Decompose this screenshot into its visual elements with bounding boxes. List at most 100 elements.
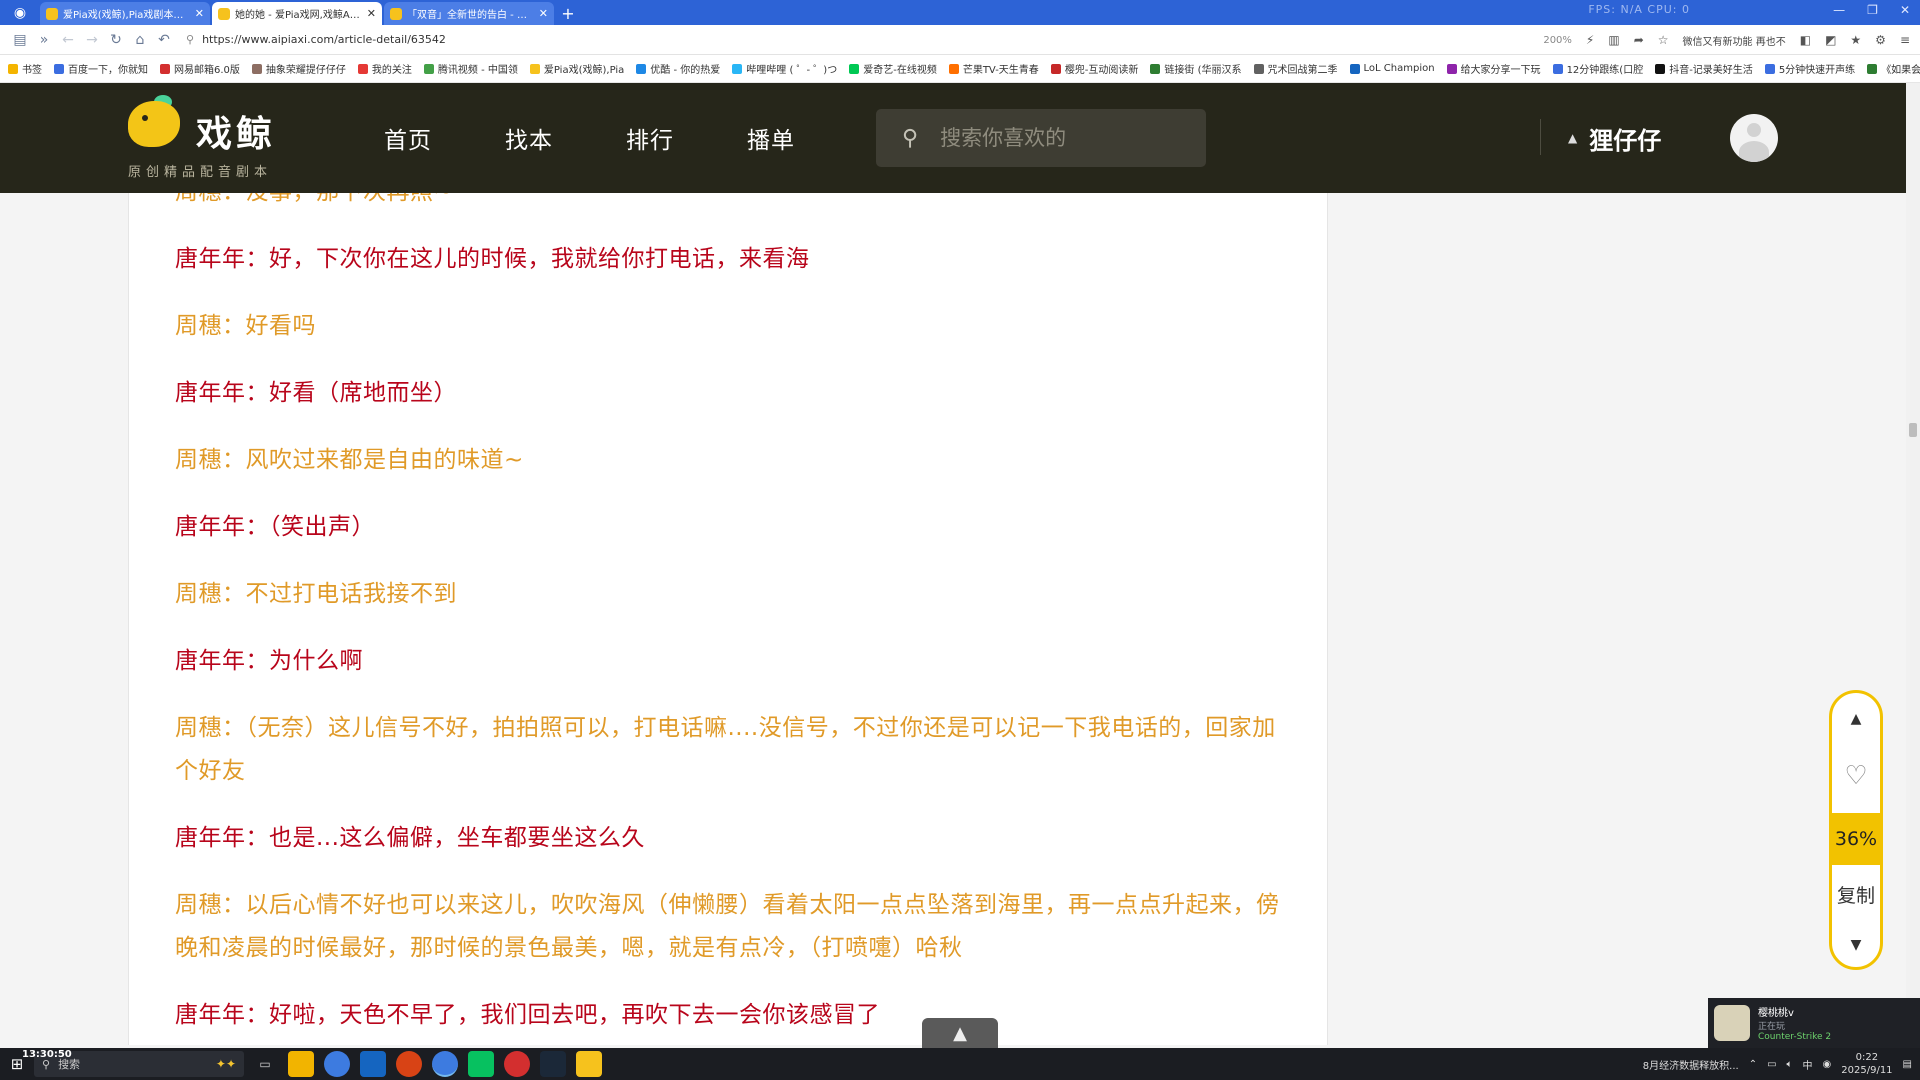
copy-button[interactable]: 复制 [1832,881,1880,908]
url-field[interactable]: ⚲ https://www.aipiaxi.com/article-detail… [186,29,1386,51]
browser-tab-active[interactable]: 她的她 - 爱Pia戏网,戏鲸App,Pi ✕ [212,2,382,25]
browser-app-icon-active[interactable] [432,1051,458,1077]
bookmark-item[interactable]: 爱奇艺-在线视频 [849,61,937,76]
scroll-down-button[interactable]: ▼ [1832,937,1880,953]
network-icon[interactable]: ▭ [1767,1059,1776,1070]
volume-icon[interactable]: 🔈︎ [1787,1059,1793,1070]
bookmark-item[interactable]: 5分钟快速开声练 [1764,61,1855,76]
restore-icon[interactable]: ❐ [1867,3,1878,17]
bookmark-item[interactable]: 抖音-记录美好生活 [1655,61,1753,76]
bookmark-item[interactable]: 优酷 - 你的热爱 [636,61,720,76]
antivirus-icon[interactable]: ◉ [1823,1059,1832,1070]
bookmark-item[interactable]: LoL Champion [1349,63,1435,74]
minimize-icon[interactable]: — [1833,3,1845,17]
lightning-icon[interactable]: ⚡ [1586,33,1594,47]
extension-icon[interactable]: ◩ [1825,33,1836,47]
browser-tab[interactable]: 爱Pia戏(戏鲸),Pia戏剧本网,广播 ✕ [40,2,210,25]
browser-avatar-icon[interactable]: ◉ [0,0,40,25]
nav-home[interactable]: 首页 [384,121,432,155]
music-app-icon[interactable] [504,1051,530,1077]
notification-center-icon[interactable]: ▤ [1903,1059,1912,1070]
bookmark-item[interactable]: 爱Pia戏(戏鲸),Pia [529,61,624,76]
heart-icon[interactable]: ♡ [1832,761,1880,791]
ime-indicator[interactable]: 中 [1803,1057,1813,1072]
page-scrollbar[interactable] [1906,83,1920,1045]
task-view-icon[interactable]: ▭ [252,1051,278,1077]
scroll-up-button[interactable]: ▲ [1832,711,1880,727]
file-explorer-icon[interactable] [288,1051,314,1077]
taskbar-clock[interactable]: 0:22 2025/9/11 [1841,1051,1892,1077]
new-tab-button[interactable]: + [556,2,580,25]
nav-playlist[interactable]: 播单 [747,121,795,155]
logo-slogan: 原创精品配音剧本 [128,165,273,180]
bookmark-item[interactable]: 樱兜-互动阅读新 [1050,61,1138,76]
site-search-box: ⚲ [876,109,1206,167]
username: 狸仔仔 [1589,126,1662,155]
forward-icon[interactable]: → [80,32,104,48]
wechat-icon[interactable] [468,1051,494,1077]
bookmark-item[interactable]: 网易邮箱6.0版 [160,61,240,76]
bookmarks-bar: 书签 百度一下，你就知 网易邮箱6.0版 抽象荣耀提仔仔仔 我的关注 腾讯视频 … [0,55,1920,83]
bookmark-item[interactable]: 百度一下，你就知 [54,61,148,76]
zoom-level[interactable]: 200% [1543,35,1572,46]
bookmark-item[interactable]: 12分钟跟练(口腔 [1552,61,1643,76]
browser-app-icon[interactable] [324,1051,350,1077]
bookmark-icon [849,63,860,74]
site-search-input[interactable] [940,126,1181,150]
scrollbar-thumb[interactable] [1909,423,1917,437]
bookmark-icon [357,63,368,74]
bookmark-icon [732,63,743,74]
news-ticker[interactable]: 微信又有新功能 再也不 [1683,33,1786,48]
menu-icon[interactable]: ≡ [1900,33,1910,47]
system-tray: 8月经济数据释放积... ⌃ ▭ 🔈︎ 中 ◉ 0:22 2025/9/11 ▤ [1643,1048,1912,1080]
settings-icon[interactable]: ⚙ [1875,33,1886,47]
close-window-icon[interactable]: ✕ [1900,3,1910,17]
close-tab-icon[interactable]: ✕ [367,7,376,20]
script-line: 周穗：风吹过来都是自由的味道~ [175,447,524,473]
user-menu[interactable]: ▲ 狸仔仔 [1568,83,1661,193]
app-icon[interactable] [360,1051,386,1077]
bookmark-item[interactable]: 咒术回战第二季 [1253,61,1338,76]
browser-tab[interactable]: 「双音」全新世的告白 - 爱Pia ✕ [384,2,554,25]
bookmark-item[interactable]: 抽象荣耀提仔仔仔 [251,61,346,76]
bookmark-item[interactable]: 芒果TV-天生青春 [948,61,1039,76]
tab-title: 「双音」全新世的告白 - 爱Pia [407,10,535,21]
expand-icon[interactable]: » [32,32,56,48]
close-tab-icon[interactable]: ✕ [539,7,548,20]
sidebar-toggle-icon[interactable]: ▤ [8,32,32,48]
steam-icon[interactable] [540,1051,566,1077]
bookmark-item[interactable]: 哔哩哔哩 ( ゜- ゜)つ [732,61,837,76]
app-icon[interactable] [396,1051,422,1077]
refresh-icon[interactable]: ↻ [104,32,128,48]
close-tab-icon[interactable]: ✕ [195,7,204,20]
favorite-icon[interactable]: ☆ [1658,33,1669,47]
site-logo[interactable]: 戏鲸 原创精品配音剧本 [128,95,288,181]
game-notification[interactable]: 樱桃桃v 正在玩 Counter-Strike 2 [1708,998,1920,1048]
bookmark-item[interactable]: 链接街 (华丽汉系 [1150,61,1242,76]
bookmark-item[interactable]: 书签 [8,61,42,76]
chevron-up-icon[interactable]: ⌃ [1749,1059,1757,1070]
home-icon[interactable]: ⌂ [128,32,152,48]
bookmark-item[interactable]: 腾讯视频 - 中国领 [423,61,518,76]
site-favicon-icon [218,7,230,20]
xijing-app-icon[interactable] [576,1051,602,1077]
script-line: 唐年年：好看（席地而坐） [175,380,457,406]
extension-icon[interactable]: ◧ [1800,33,1811,47]
bookmark-icon [1150,63,1161,74]
bookmark-item[interactable]: 《如果会命独轮》 [1867,61,1920,76]
bookmark-item[interactable]: 给大家分享一下玩 [1446,61,1541,76]
share-icon[interactable]: ➦ [1634,33,1644,47]
avatar[interactable] [1730,114,1778,162]
bookmark-icon [1050,63,1061,74]
script-line: 周穗：没事，那下次再照~ [175,193,1285,214]
star-icon[interactable]: ★ [1850,33,1861,47]
nav-ranking[interactable]: 排行 [626,121,674,155]
bookmark-item[interactable]: 我的关注 [357,61,412,76]
undo-icon[interactable]: ↶ [152,32,176,48]
back-icon[interactable]: ← [56,32,80,48]
reader-icon[interactable]: ▥ [1608,33,1619,47]
expand-panel-button[interactable]: ▲ [922,1018,998,1048]
news-widget[interactable]: 8月经济数据释放积... [1643,1057,1739,1072]
search-icon[interactable]: ⚲ [902,126,918,151]
nav-find-script[interactable]: 找本 [505,121,553,155]
